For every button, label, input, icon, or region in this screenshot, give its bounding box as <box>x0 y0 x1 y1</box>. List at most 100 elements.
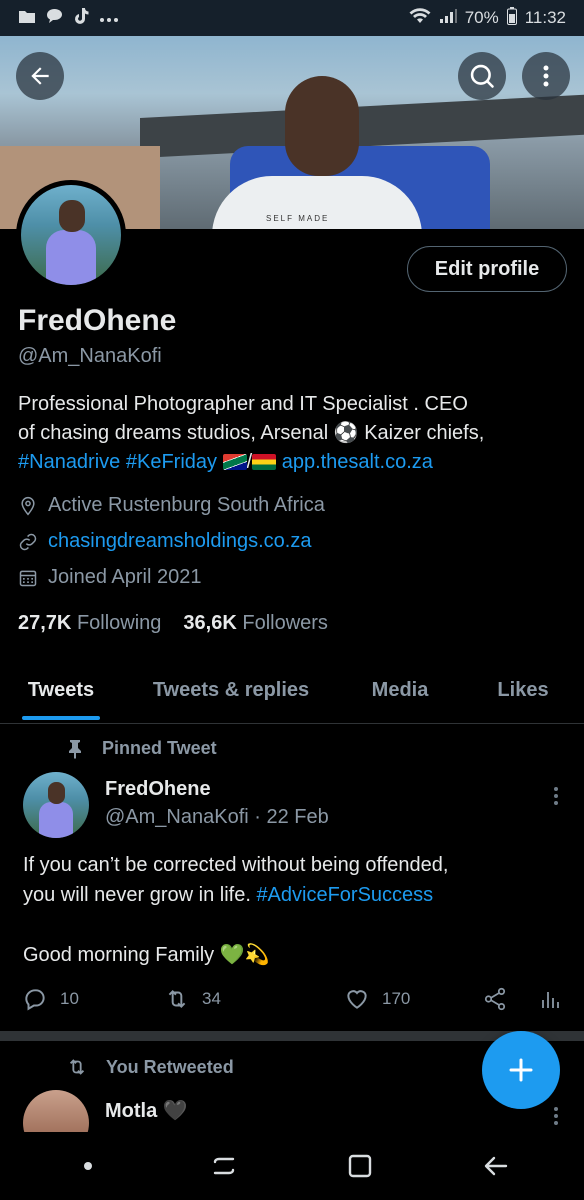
link-icon <box>19 533 37 550</box>
share-icon <box>484 987 506 1011</box>
following-count: 27,7K <box>18 612 72 634</box>
reply-button[interactable]: 10 <box>22 986 142 1012</box>
analytics-button[interactable] <box>522 986 562 1012</box>
pinned-tweet-text: Pinned Tweet <box>102 738 217 758</box>
profile-joined: Joined April 2021 <box>18 566 201 589</box>
analytics-icon <box>542 992 559 1008</box>
retweet-button[interactable]: 34 <box>142 986 322 1012</box>
back-arrow-icon <box>484 1156 508 1176</box>
hashtag-kefriday[interactable]: #KeFriday <box>126 451 217 473</box>
bio-line-1: Professional Photographer and IT Special… <box>18 393 468 415</box>
website-link[interactable]: chasingdreamsholdings.co.za <box>48 530 312 553</box>
battery-icon <box>506 7 517 29</box>
profile-avatar[interactable] <box>16 180 126 290</box>
vertical-dots-icon <box>554 787 558 805</box>
followers-link[interactable]: 36,6K Followers <box>183 612 328 635</box>
south-africa-flag-emoji <box>222 454 247 470</box>
tweet-text-line-2-text: you will never grow in life. <box>23 884 257 906</box>
following-label: Following <box>76 612 162 634</box>
tab-tweets[interactable]: Tweets <box>22 662 100 720</box>
tweet-author-name[interactable]: FredOhene <box>105 778 211 801</box>
clock: 11:32 <box>524 8 566 27</box>
profile-handle: @Am_NanaKofi <box>18 345 162 367</box>
retweet-author[interactable]: Motla 🖤 <box>105 1098 188 1123</box>
joined-text: Joined April 2021 <box>48 566 202 588</box>
ghana-flag-emoji <box>252 454 277 470</box>
reply-icon <box>25 989 45 1011</box>
tiktok-icon <box>73 7 89 29</box>
heart-icon <box>347 990 367 1009</box>
bio-line-2-a: of chasing dreams studios, Arsenal <box>18 422 334 444</box>
edit-profile-button[interactable]: Edit profile <box>407 246 567 292</box>
profile-website[interactable]: chasingdreamsholdings.co.za <box>18 530 312 553</box>
battery-percent: 70% <box>464 8 499 27</box>
bio-line-2-b: Kaizer chiefs, <box>358 422 485 444</box>
search-button[interactable] <box>458 52 506 100</box>
back-button[interactable] <box>16 52 64 100</box>
retweet-author-name: Motla <box>105 1100 158 1122</box>
tweet-author-avatar[interactable] <box>23 772 89 838</box>
calendar-icon <box>19 570 37 586</box>
more-dots-icon <box>99 10 119 27</box>
recent-apps-button[interactable] <box>204 1146 244 1186</box>
vertical-dots-icon <box>543 65 549 87</box>
profile-display-name: FredOhene <box>18 304 177 337</box>
nav-dot-icon[interactable] <box>68 1146 108 1186</box>
chat-icon <box>46 8 63 28</box>
bio-link[interactable]: app.thesalt.co.za <box>282 451 433 473</box>
retweet-icon <box>69 1059 85 1075</box>
home-square-icon <box>348 1154 372 1178</box>
share-button[interactable] <box>472 986 522 1012</box>
tweet-more-button[interactable] <box>544 784 568 808</box>
bio-line-3: #Nanadrive #KeFriday / app.thesalt.co.za <box>18 448 568 477</box>
profile-location: Active Rustenburg South Africa <box>18 494 325 517</box>
tweet-text-line-2: you will never grow in life. #AdviceForS… <box>23 880 563 910</box>
follow-stats: 27,7K Following 36,6K Followers <box>18 612 328 635</box>
retweet-more-button[interactable] <box>544 1104 568 1128</box>
banner-shirt-text: SELF MADE <box>266 214 330 223</box>
nav-back-button[interactable] <box>476 1146 516 1186</box>
tweet-text-line-3-text: Good morning Family <box>23 944 220 966</box>
arrow-left-icon <box>31 67 49 85</box>
hashtag-nanadrive[interactable]: #Nanadrive <box>18 451 120 473</box>
pin-icon <box>69 739 81 759</box>
android-nav-bar <box>0 1132 584 1200</box>
hashtag-advice[interactable]: #AdviceForSuccess <box>256 884 433 906</box>
status-bar: 70% 11:32 <box>0 0 584 36</box>
tab-media[interactable]: Media <box>366 662 434 718</box>
soccer-ball-emoji: ⚽ <box>333 422 359 444</box>
folder-icon <box>18 9 36 28</box>
tweet-text-line-1: If you can’t be corrected without being … <box>23 854 449 876</box>
tab-likes[interactable]: Likes <box>494 662 552 718</box>
plus-icon <box>509 1058 533 1082</box>
profile-bio: Professional Photographer and IT Special… <box>18 390 568 477</box>
dizzy-emoji: 💫 <box>244 944 270 966</box>
black-heart-emoji: 🖤 <box>162 1100 188 1122</box>
like-button[interactable]: 170 <box>322 986 472 1012</box>
location-pin-icon <box>21 496 35 515</box>
tweet-actions: 10 34 170 <box>22 984 562 1014</box>
tweet-text-line-3: Good morning Family 💚💫 <box>23 940 563 970</box>
bio-line-2: of chasing dreams studios, Arsenal ⚽ Kai… <box>18 419 568 448</box>
retweet-count: 34 <box>202 989 221 1008</box>
like-count: 170 <box>382 989 411 1008</box>
vertical-dots-icon <box>554 1107 558 1125</box>
retweeted-text: You Retweeted <box>106 1056 234 1077</box>
pinned-tweet-label: Pinned Tweet <box>66 738 217 759</box>
tab-tweets-replies[interactable]: Tweets & replies <box>144 662 318 718</box>
search-icon <box>470 64 494 88</box>
reply-count: 10 <box>60 989 79 1008</box>
followers-label: Followers <box>242 612 328 634</box>
retweeted-label: You Retweeted <box>66 1056 234 1078</box>
profile-tabs: Tweets Tweets & replies Media Likes <box>0 662 584 724</box>
following-link[interactable]: 27,7K Following <box>18 612 161 635</box>
home-button[interactable] <box>340 1146 380 1186</box>
signal-icon <box>439 8 457 28</box>
wifi-icon <box>409 8 431 28</box>
followers-count: 36,6K <box>183 612 237 634</box>
tweet-handle-date: @Am_NanaKofi · 22 Feb <box>105 806 329 828</box>
more-options-button[interactable] <box>522 52 570 100</box>
green-heart-emoji: 💚 <box>219 944 245 966</box>
tweet-body: If you can’t be corrected without being … <box>23 850 563 970</box>
compose-tweet-button[interactable] <box>482 1031 560 1109</box>
